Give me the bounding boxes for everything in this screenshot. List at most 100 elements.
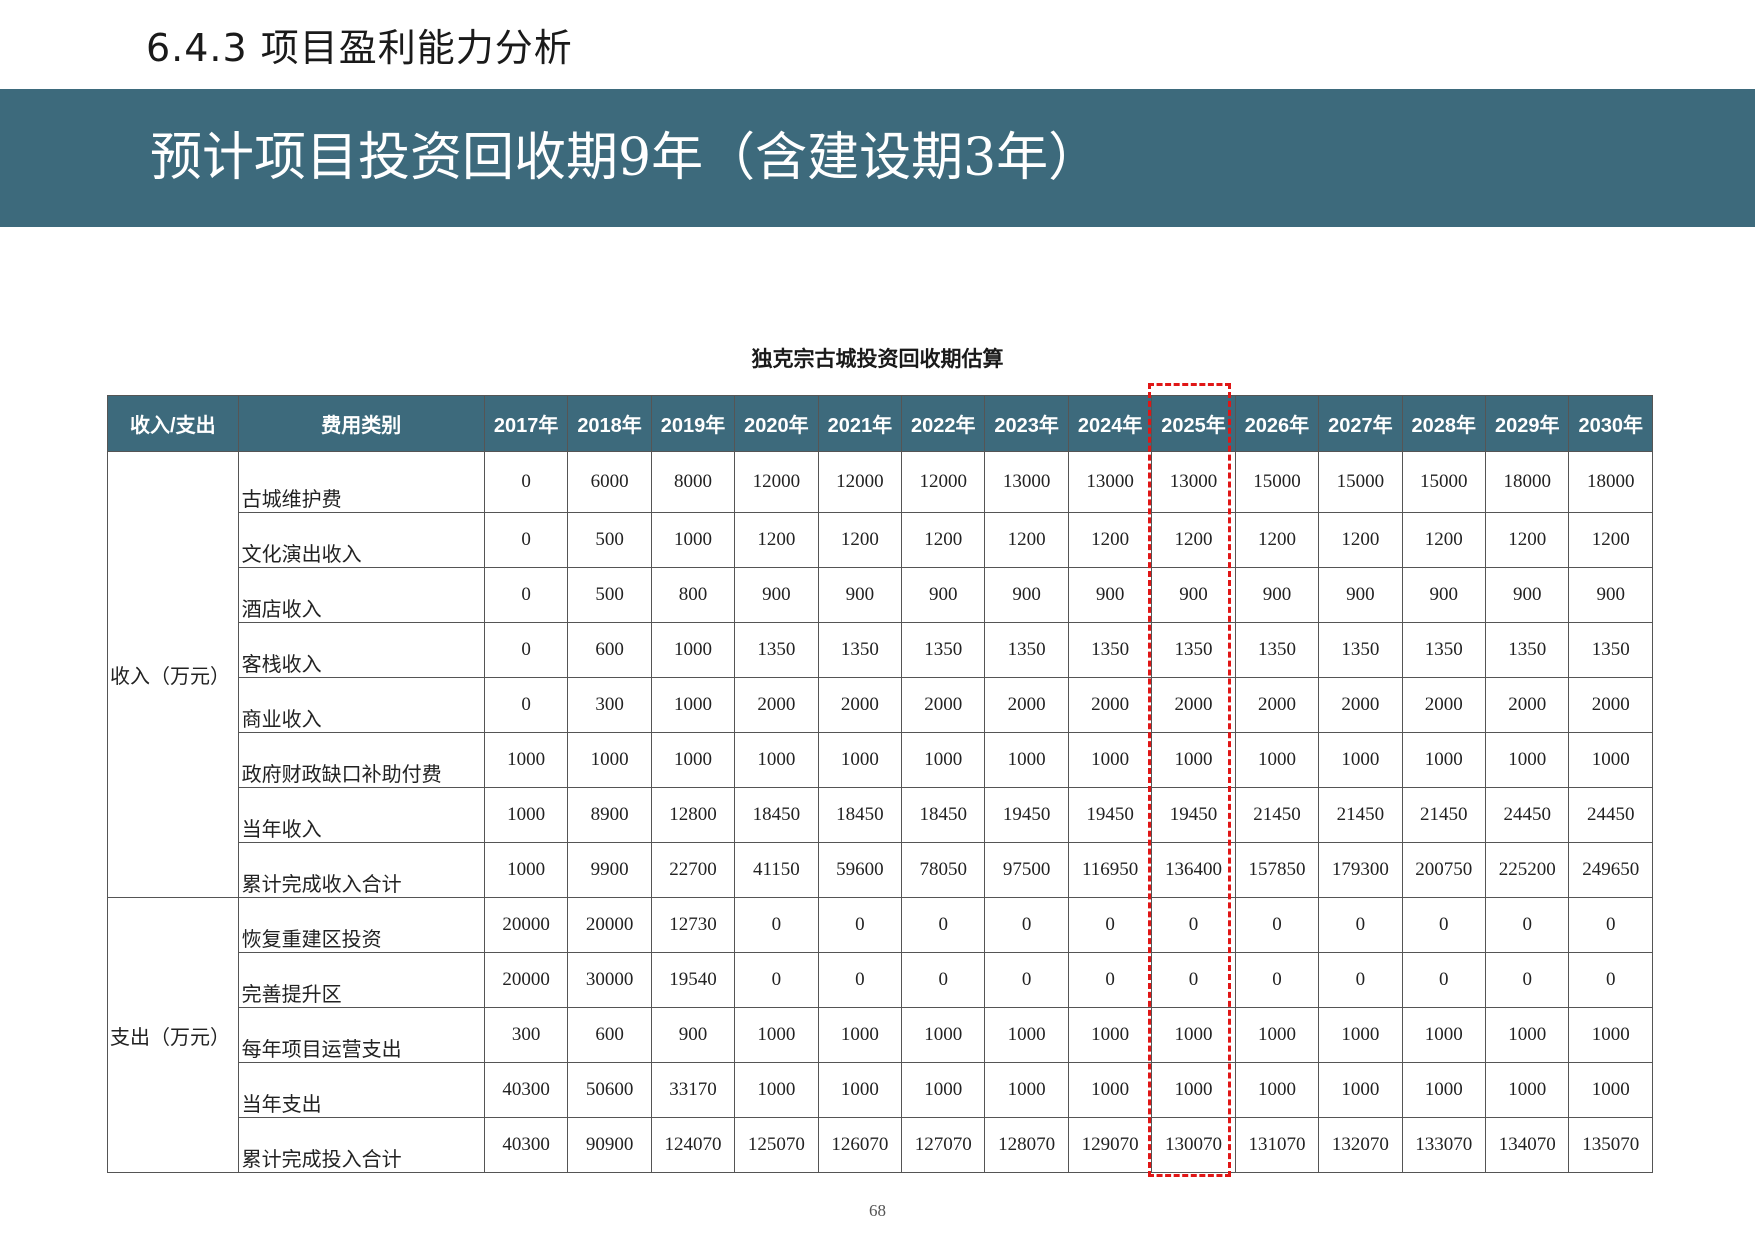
- value-cell: 0: [1568, 952, 1653, 1008]
- table-row: 商业收入 0 300 1000 2000 2000 2000 2000 2000 2000 2000…: [108, 677, 1653, 733]
- column-header: 2030年: [1568, 395, 1653, 452]
- value-cell: 1000: [817, 732, 903, 788]
- table-row: 当年支出 40300 50600 33170 1000 1000 1000 1000 1000 1…: [108, 1062, 1653, 1118]
- value-cell: 1000: [984, 732, 1069, 788]
- table-row: 政府财政缺口补助付费 1000 1000 1000 1000 1000 1000 1000 10…: [108, 732, 1653, 788]
- value-cell: 20000: [483, 952, 569, 1008]
- value-cell: 97500: [984, 842, 1069, 898]
- value-cell: 90900: [567, 1117, 652, 1173]
- table-body: 收入（万元） 古城维护费 0 6000 8000 12000 12000 12000 13000…: [107, 451, 1653, 1173]
- value-cell: 128070: [984, 1117, 1069, 1173]
- value-cell: 900: [1234, 567, 1320, 623]
- value-cell: 0: [1484, 897, 1570, 953]
- value-cell: 1350: [1067, 622, 1153, 678]
- column-header: 2024年: [1067, 395, 1153, 452]
- value-cell: 225200: [1484, 842, 1570, 898]
- value-cell: 1000: [901, 1062, 986, 1118]
- value-cell: 18000: [1484, 451, 1570, 513]
- value-cell: 0: [1151, 952, 1236, 1008]
- value-cell: 0: [734, 897, 819, 953]
- value-cell: 0: [483, 567, 569, 623]
- value-cell: 1000: [483, 732, 569, 788]
- value-cell: 1350: [1318, 622, 1403, 678]
- column-header: 2019年: [650, 395, 736, 452]
- value-cell: 1200: [984, 512, 1069, 568]
- value-cell: 1000: [650, 732, 736, 788]
- value-cell: 1000: [1401, 732, 1487, 788]
- value-cell: 2000: [1234, 677, 1320, 733]
- value-cell: 1200: [734, 512, 819, 568]
- value-cell: 1000: [483, 842, 569, 898]
- value-cell: 125070: [734, 1117, 819, 1173]
- value-cell: 12730: [650, 897, 736, 953]
- value-cell: 1000: [984, 1062, 1069, 1118]
- value-cell: 127070: [901, 1117, 986, 1173]
- value-cell: 900: [1568, 567, 1653, 623]
- value-cell: 18450: [817, 787, 903, 843]
- value-cell: 1000: [567, 732, 652, 788]
- value-cell: 1200: [901, 512, 986, 568]
- expense-category: 商业收入: [237, 677, 485, 733]
- column-header: 2017年: [483, 395, 569, 452]
- value-cell: 0: [1234, 897, 1320, 953]
- column-header: 2020年: [734, 395, 819, 452]
- value-cell: 24450: [1568, 787, 1653, 843]
- value-cell: 1200: [1234, 512, 1320, 568]
- value-cell: 13000: [984, 451, 1069, 513]
- value-cell: 133070: [1401, 1117, 1487, 1173]
- table-row: 支出（万元） 恢复重建区投资 20000 20000 12730 0 0 0 0 0 0 0 0 0 0 0: [107, 897, 1653, 1173]
- value-cell: 1200: [1067, 512, 1153, 568]
- value-cell: 2000: [1151, 677, 1236, 733]
- value-cell: 0: [1568, 897, 1653, 953]
- column-header: 收入/支出: [107, 395, 239, 452]
- expense-category: 政府财政缺口补助付费: [237, 732, 485, 788]
- title-banner: 预计项目投资回收期9年（含建设期3年）: [0, 89, 1755, 227]
- value-cell: 19450: [1151, 787, 1236, 843]
- value-cell: 2000: [1401, 677, 1487, 733]
- value-cell: 900: [1067, 567, 1153, 623]
- table-row: 完善提升区 20000 30000 19540 0 0 0 0 0 0 0 0 0 0 0: [108, 952, 1653, 1008]
- column-header: 2018年: [567, 395, 652, 452]
- value-cell: 1350: [817, 622, 903, 678]
- value-cell: 1200: [1401, 512, 1487, 568]
- value-cell: 0: [1318, 897, 1403, 953]
- expense-category: 累计完成收入合计: [237, 842, 485, 898]
- value-cell: 1000: [1318, 1007, 1403, 1063]
- value-cell: 1350: [1401, 622, 1487, 678]
- value-cell: 300: [483, 1007, 569, 1063]
- value-cell: 1000: [650, 622, 736, 678]
- value-cell: 15000: [1401, 451, 1487, 513]
- value-cell: 0: [817, 952, 903, 1008]
- column-header: 2028年: [1401, 395, 1487, 452]
- value-cell: 8000: [650, 451, 736, 513]
- section-heading: 6.4.3 项目盈利能力分析: [146, 26, 573, 70]
- value-cell: 22700: [650, 842, 736, 898]
- value-cell: 2000: [1067, 677, 1153, 733]
- value-cell: 12000: [817, 451, 903, 513]
- table-row: 每年项目运营支出 300 600 900 1000 1000 1000 1000 1000 100…: [108, 1007, 1653, 1063]
- value-cell: 900: [1151, 567, 1236, 623]
- value-cell: 1000: [1067, 1062, 1153, 1118]
- value-cell: 1000: [1151, 1062, 1236, 1118]
- value-cell: 0: [483, 677, 569, 733]
- value-cell: 0: [984, 952, 1069, 1008]
- value-cell: 2000: [734, 677, 819, 733]
- value-cell: 0: [1067, 952, 1153, 1008]
- value-cell: 6000: [567, 451, 652, 513]
- value-cell: 134070: [1484, 1117, 1570, 1173]
- value-cell: 0: [1401, 952, 1487, 1008]
- value-cell: 0: [1318, 952, 1403, 1008]
- value-cell: 1000: [734, 1007, 819, 1063]
- value-cell: 2000: [817, 677, 903, 733]
- value-cell: 900: [984, 567, 1069, 623]
- value-cell: 18450: [901, 787, 986, 843]
- value-cell: 20000: [567, 897, 652, 953]
- value-cell: 600: [567, 622, 652, 678]
- value-cell: 2000: [1568, 677, 1653, 733]
- payback-estimate-table: 收入/支出 费用类别 2017年 2018年 2019年 2020年 2021年 2022年 2…: [107, 395, 1653, 1173]
- value-cell: 124070: [650, 1117, 736, 1173]
- value-cell: 900: [901, 567, 986, 623]
- value-cell: 9900: [567, 842, 652, 898]
- value-cell: 1000: [734, 1062, 819, 1118]
- value-cell: 900: [734, 567, 819, 623]
